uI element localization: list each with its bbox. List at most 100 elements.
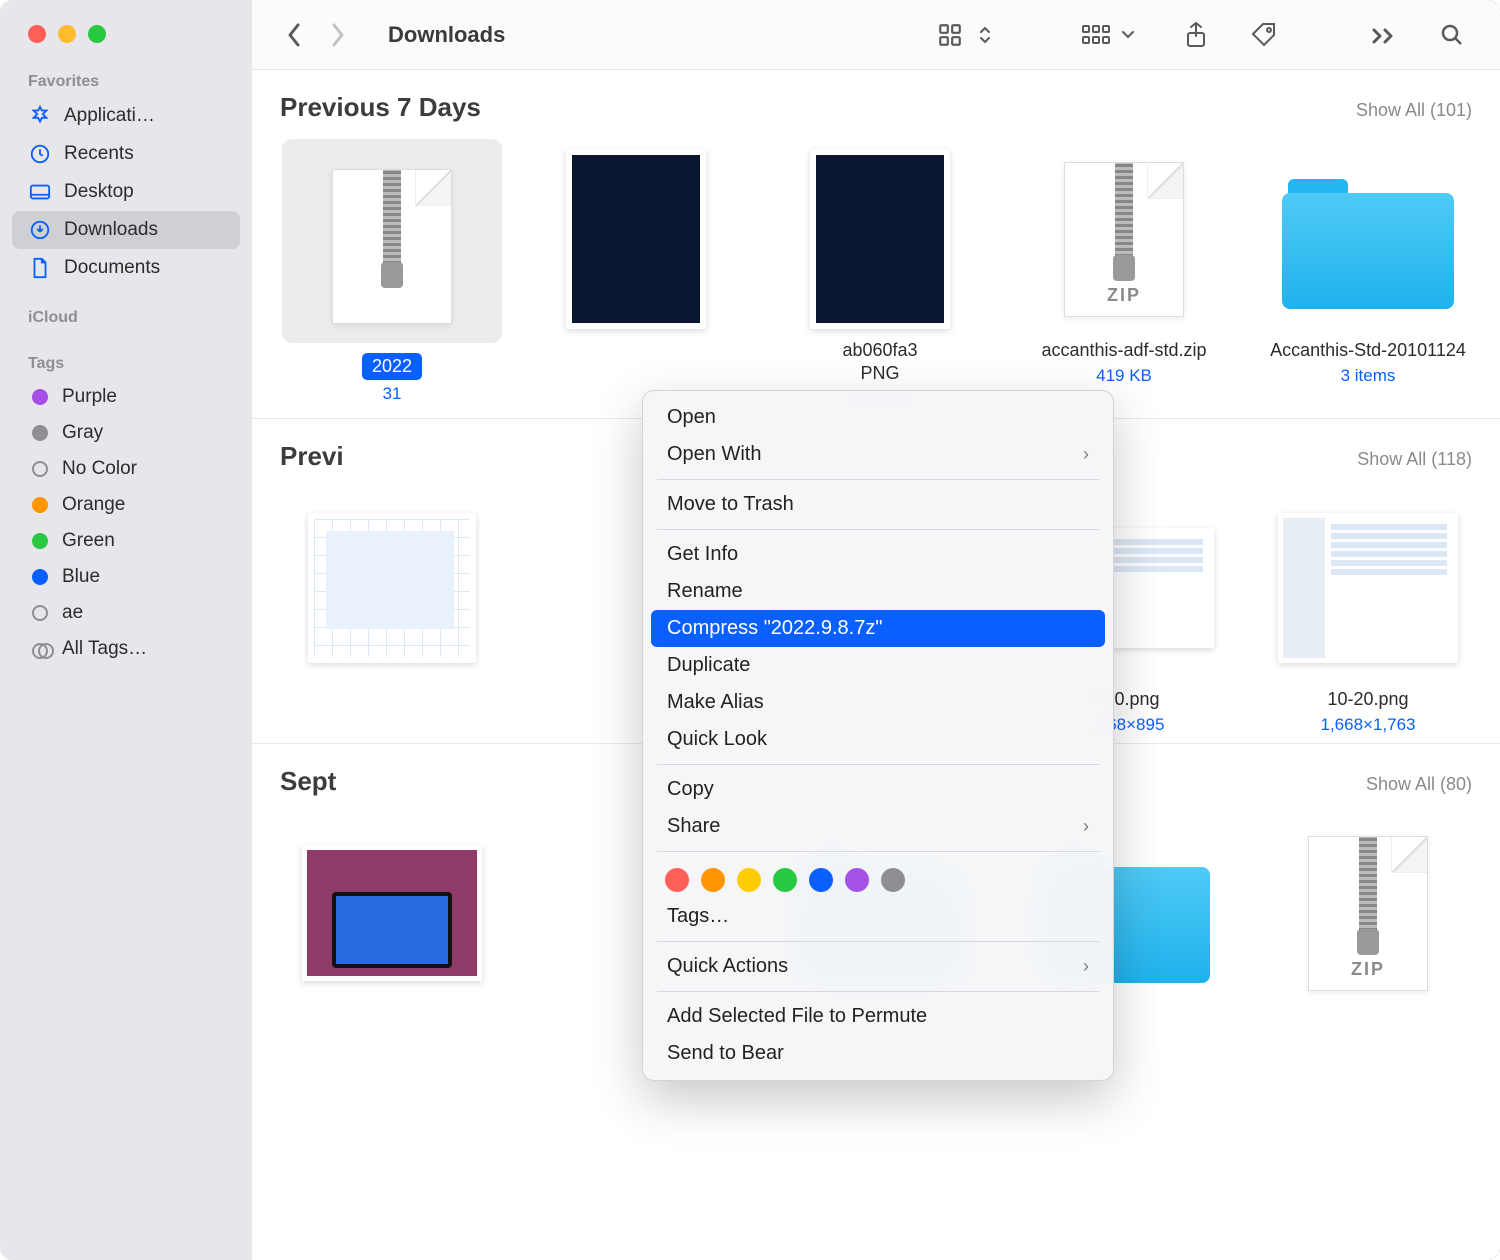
close-window-button[interactable] [28, 25, 46, 43]
ctx-make-alias[interactable]: Make Alias [643, 684, 1113, 721]
tag-label: Orange [62, 494, 125, 516]
file-meta: 1,668×1,763 [1320, 715, 1415, 735]
ctx-get-info[interactable]: Get Info [643, 536, 1113, 573]
ctx-separator [657, 941, 1099, 942]
tag-outline-icon [32, 605, 48, 621]
tag-dot-icon [32, 533, 48, 549]
ctx-share[interactable]: Share› [643, 808, 1113, 845]
ctx-copy[interactable]: Copy [643, 771, 1113, 808]
ctx-separator [657, 851, 1099, 852]
overflow-button[interactable] [1362, 13, 1406, 57]
ctx-separator [657, 764, 1099, 765]
sidebar: Favorites Applicati… Recents Desktop Dow… [0, 0, 252, 1260]
view-icons-button[interactable] [928, 13, 972, 57]
view-switch-updown-icon[interactable] [974, 13, 996, 57]
finder-window: Favorites Applicati… Recents Desktop Dow… [0, 0, 1500, 1260]
back-button[interactable] [286, 22, 302, 48]
group-by-button[interactable] [1074, 13, 1118, 57]
tag-color-orange[interactable] [701, 868, 725, 892]
file-meta: 3 items [1341, 366, 1396, 386]
sidebar-item-documents[interactable]: Documents [12, 249, 240, 287]
ctx-separator [657, 529, 1099, 530]
tag-color-yellow[interactable] [737, 868, 761, 892]
tag-label: Blue [62, 566, 100, 588]
sidebar-item-downloads[interactable]: Downloads [12, 211, 240, 249]
tag-color-red[interactable] [665, 868, 689, 892]
file-item[interactable]: Accanthis-Std-20101124 3 items [1246, 149, 1490, 410]
chevron-down-icon[interactable] [1118, 13, 1138, 57]
ctx-compress[interactable]: Compress "2022.9.8.7z" [651, 610, 1105, 647]
tag-label: All Tags… [62, 638, 147, 660]
ctx-open[interactable]: Open [643, 399, 1113, 436]
ctx-add-to-permute[interactable]: Add Selected File to Permute [643, 998, 1113, 1035]
sidebar-item-label: Downloads [64, 219, 158, 241]
folder-icon [1278, 169, 1458, 309]
tags-header: Tags [0, 333, 252, 379]
file-item[interactable] [270, 498, 514, 735]
traffic-lights [0, 16, 252, 65]
tag-label: Gray [62, 422, 103, 444]
ctx-tags[interactable]: Tags… [643, 898, 1113, 935]
window-title: Downloads [388, 22, 505, 48]
chevron-right-icon: › [1083, 956, 1089, 977]
tag-color-blue[interactable] [809, 868, 833, 892]
tag-orange[interactable]: Orange [12, 487, 240, 523]
file-name: accanthis-adf-std.zip [1041, 339, 1206, 362]
ctx-quick-look[interactable]: Quick Look [643, 721, 1113, 758]
file-row: 2022 31 ab060fa3 PNG 0×3,000 ZIP accanth… [252, 131, 1500, 410]
icloud-header: iCloud [0, 301, 252, 333]
file-item[interactable]: 10-20.png 1,668×1,763 [1246, 498, 1490, 735]
ctx-move-to-trash[interactable]: Move to Trash [643, 486, 1113, 523]
minimize-window-button[interactable] [58, 25, 76, 43]
ctx-rename[interactable]: Rename [643, 573, 1113, 610]
show-all-link[interactable]: Show All (118) [1357, 449, 1472, 470]
tag-no-color[interactable]: No Color [12, 451, 240, 487]
ctx-open-with[interactable]: Open With› [643, 436, 1113, 473]
file-meta: 419 KB [1096, 366, 1152, 386]
file-thumbnail: ZIP [1278, 823, 1458, 1003]
image-icon [810, 149, 950, 329]
toolbar: Downloads [252, 0, 1500, 70]
download-icon [28, 218, 52, 242]
desktop-icon [28, 180, 52, 204]
tag-purple[interactable]: Purple [12, 379, 240, 415]
tag-color-purple[interactable] [845, 868, 869, 892]
document-icon [28, 256, 52, 280]
image-icon [566, 149, 706, 329]
tag-button[interactable] [1242, 13, 1286, 57]
file-item[interactable]: ZIP accanthis-adf-std.zip 419 KB [1002, 149, 1246, 410]
sidebar-item-label: Desktop [64, 181, 134, 203]
file-thumbnail [302, 498, 482, 678]
tag-gray[interactable]: Gray [12, 415, 240, 451]
forward-button[interactable] [330, 22, 346, 48]
tag-ae[interactable]: ae [12, 595, 240, 631]
group-title: Previous 7 Days [280, 92, 481, 123]
sidebar-item-applications[interactable]: Applicati… [12, 97, 240, 135]
zoom-window-button[interactable] [88, 25, 106, 43]
tag-color-green[interactable] [773, 868, 797, 892]
file-item[interactable]: ZIP [1246, 823, 1490, 1003]
file-name: ab060fa3 [842, 339, 917, 362]
tag-green[interactable]: Green [12, 523, 240, 559]
file-item[interactable]: ab060fa3 PNG 0×3,000 [758, 149, 1002, 410]
search-button[interactable] [1430, 13, 1474, 57]
ctx-quick-actions[interactable]: Quick Actions› [643, 948, 1113, 985]
tag-color-gray[interactable] [881, 868, 905, 892]
sidebar-item-desktop[interactable]: Desktop [12, 173, 240, 211]
image-icon [1278, 513, 1458, 663]
ctx-duplicate[interactable]: Duplicate [643, 647, 1113, 684]
file-item[interactable] [514, 149, 758, 410]
ctx-send-to-bear[interactable]: Send to Bear [643, 1035, 1113, 1072]
show-all-link[interactable]: Show All (80) [1366, 774, 1472, 795]
show-all-link[interactable]: Show All (101) [1356, 100, 1472, 121]
image-icon [302, 845, 482, 981]
file-item[interactable]: 2022 31 [270, 149, 514, 410]
sidebar-item-label: Documents [64, 257, 160, 279]
sidebar-item-recents[interactable]: Recents [12, 135, 240, 173]
file-item[interactable] [270, 823, 514, 1003]
file-thumbnail [1278, 498, 1458, 678]
tag-all-tags[interactable]: All Tags… [12, 631, 240, 667]
ctx-separator [657, 479, 1099, 480]
tag-blue[interactable]: Blue [12, 559, 240, 595]
share-button[interactable] [1174, 13, 1218, 57]
